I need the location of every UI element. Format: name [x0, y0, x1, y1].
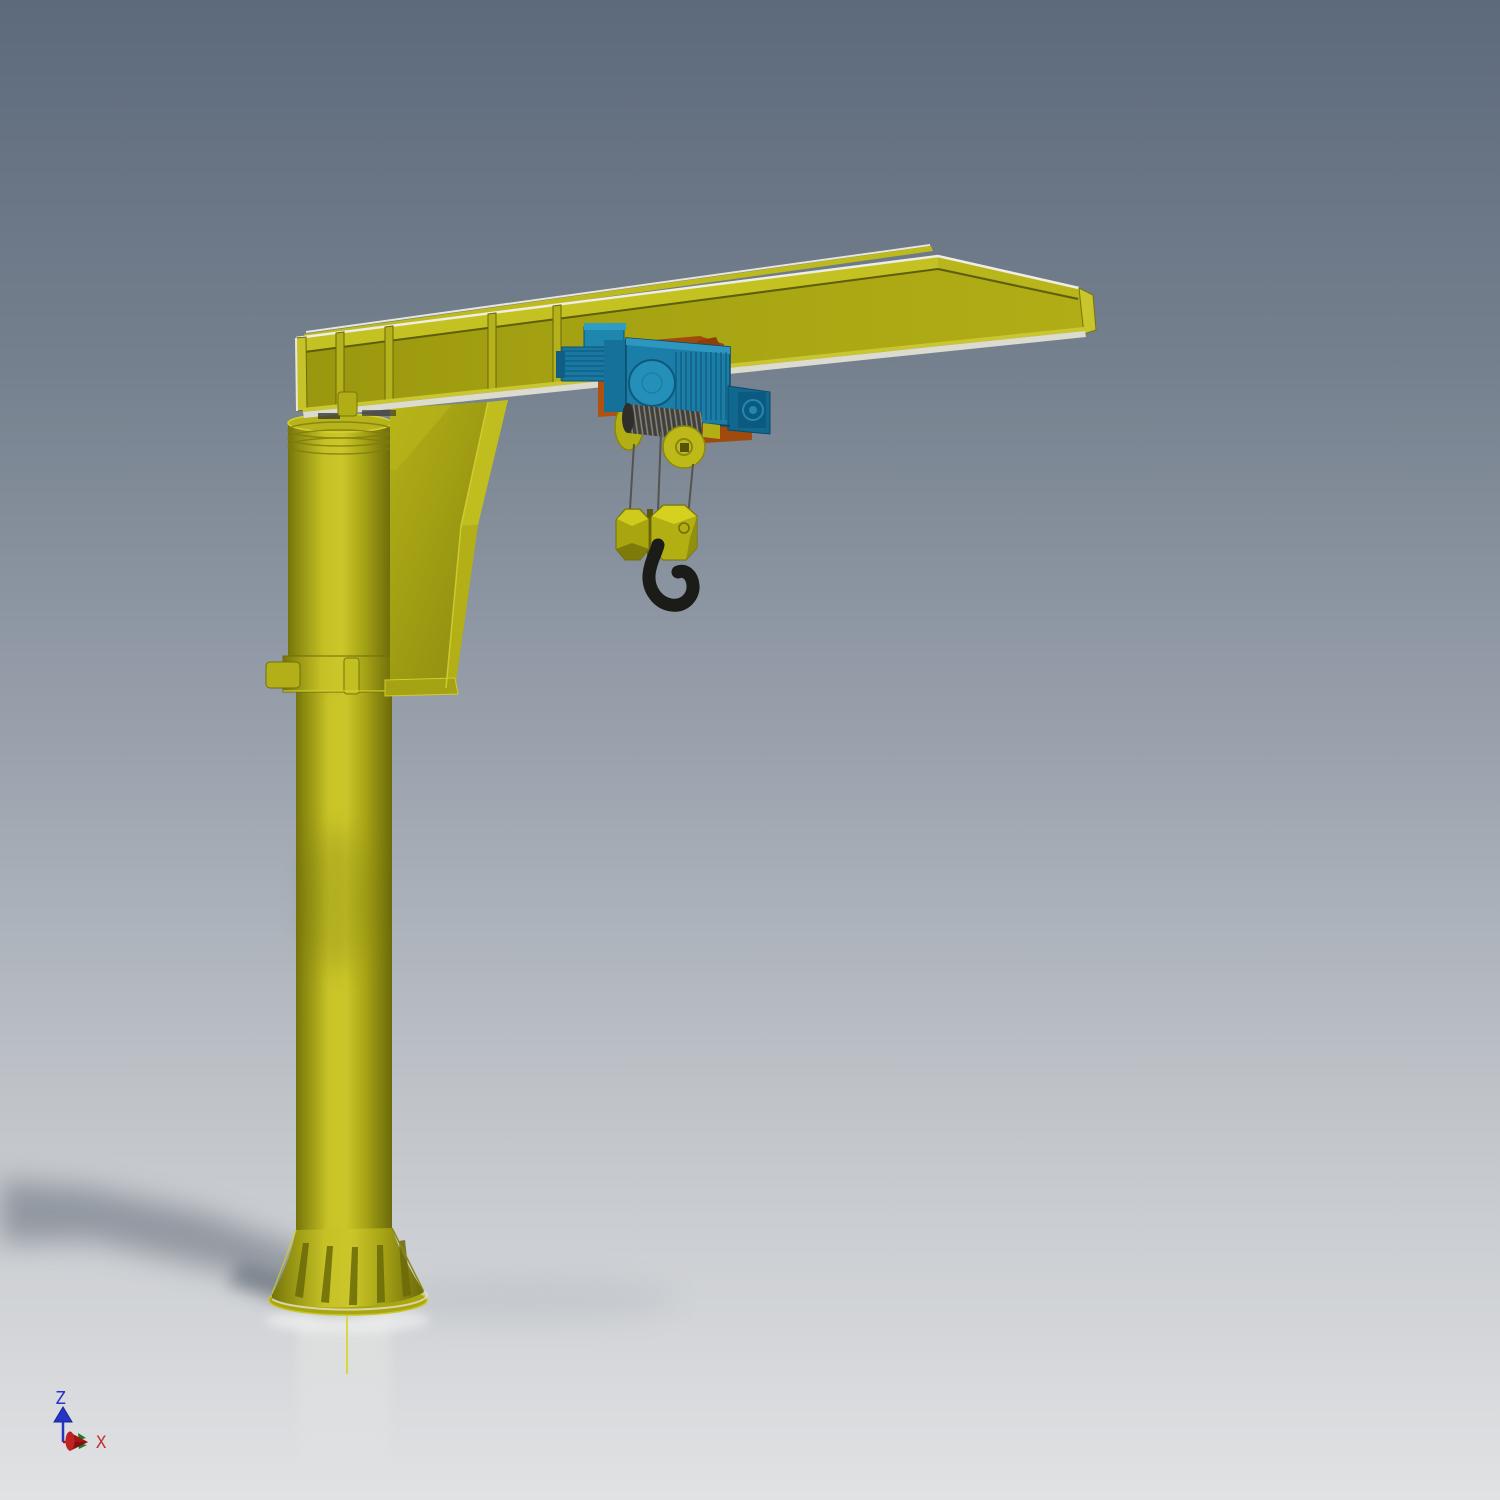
collar-pin	[343, 657, 360, 695]
axis-x-cone-base	[65, 1431, 75, 1451]
axis-x-label: X	[96, 1433, 107, 1453]
crane-column	[296, 688, 392, 1310]
drum-end-flange	[622, 403, 634, 433]
gearbox-circle-inner	[749, 406, 757, 414]
boom-end-highlight	[295, 337, 298, 412]
sheave-slot	[680, 443, 689, 452]
column-shaft	[296, 688, 392, 1310]
left-motor-fins	[564, 349, 604, 379]
axis-z-label: Z	[55, 1388, 66, 1409]
column-highlight	[322, 695, 336, 1305]
left-motor-cap	[556, 351, 565, 378]
pivot-pin	[337, 391, 358, 417]
column-reflection	[298, 1318, 390, 1483]
sheave-side-tab	[703, 423, 720, 439]
boom-sleeve-gap-shadow-1	[318, 413, 340, 419]
collar-lug	[265, 661, 301, 689]
boom-sleeve-gap-shadow-2	[362, 410, 396, 416]
sleeve-body	[288, 420, 392, 692]
motor-end-disc	[628, 359, 676, 407]
cad-viewport[interactable]: Z X	[0, 0, 1500, 1500]
viewport-background	[0, 0, 1500, 1500]
column-smudge	[306, 828, 366, 972]
motor-junction-box-lid	[584, 323, 626, 330]
mid-connector	[604, 340, 628, 412]
cad-viewport-container: Z X	[0, 0, 1500, 1500]
